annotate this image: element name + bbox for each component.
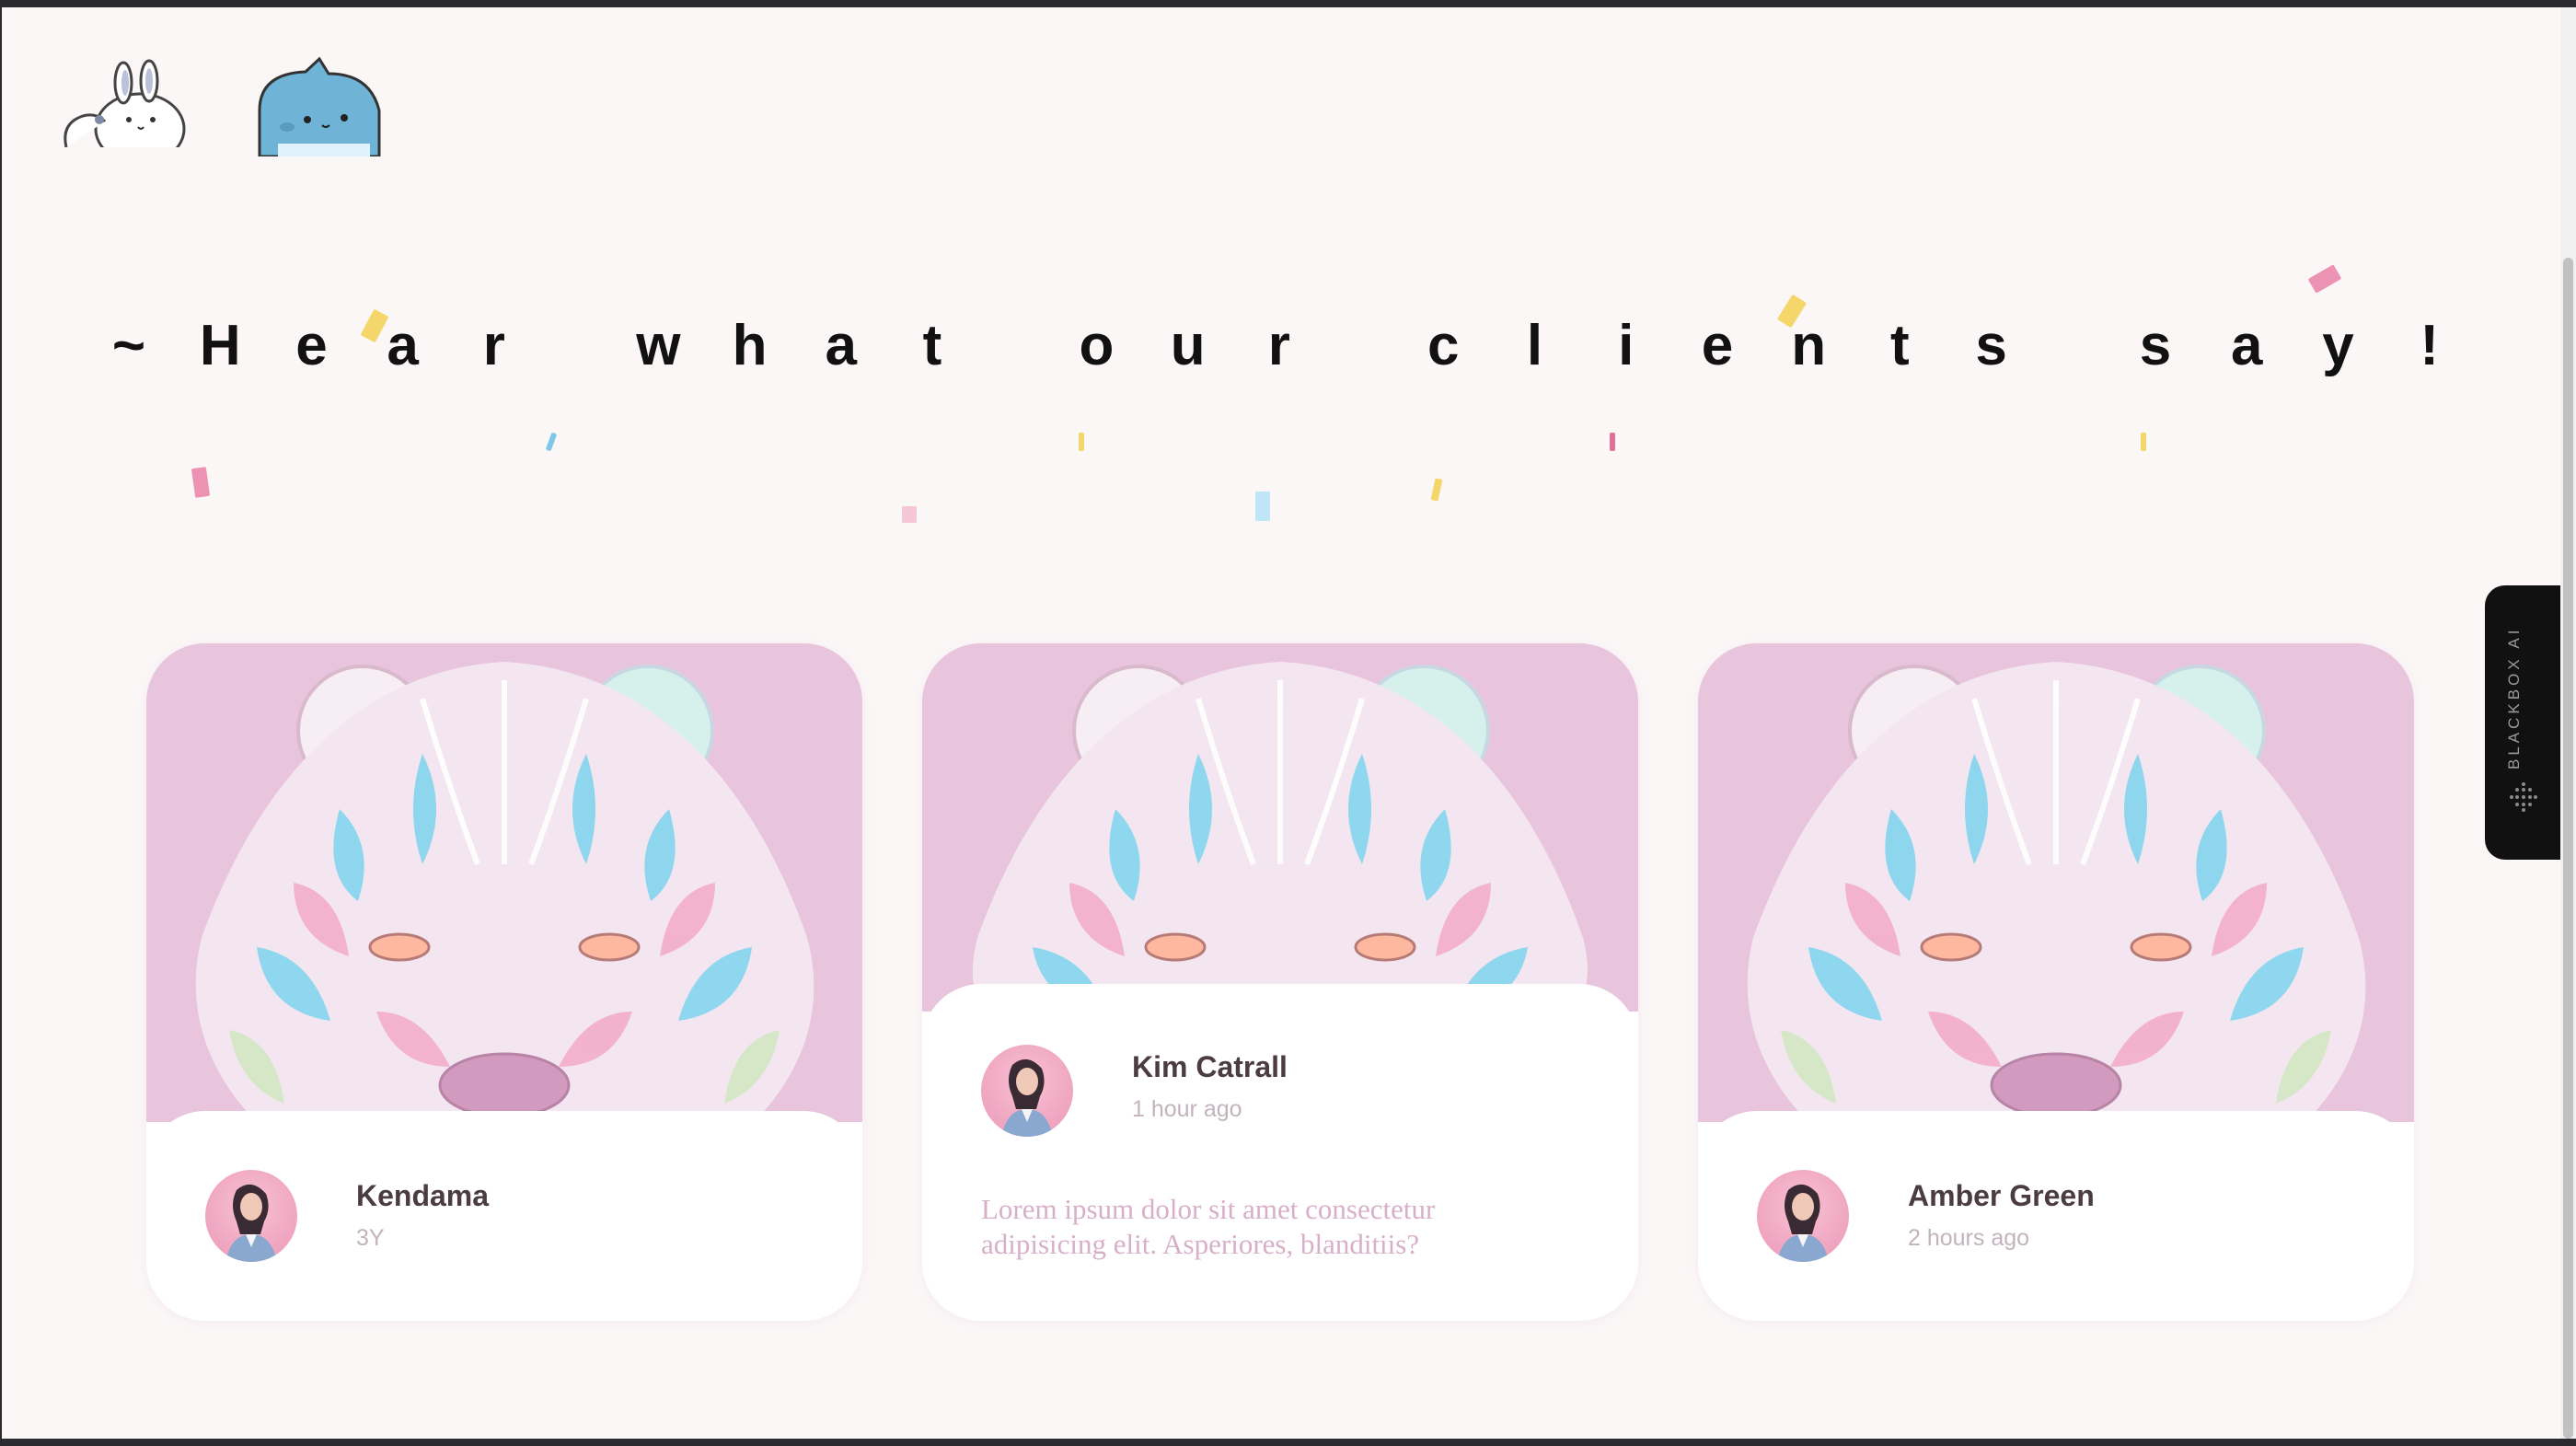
avatar (981, 1045, 1073, 1137)
woman-portrait-icon (1001, 1058, 1053, 1137)
heading-letter: a (2231, 313, 2263, 377)
page-heading: ~ He a r w h a t o u r c l i e n t s s a y! (101, 304, 2457, 387)
heading-letter: y (2322, 313, 2354, 377)
blackbox-logo-icon (2510, 782, 2537, 812)
pastel-bear-art-icon (1698, 643, 2414, 1122)
heading-letter: e (295, 313, 328, 377)
window-left-edge (0, 7, 2, 1439)
heading-letter: o (1079, 313, 1115, 377)
confetti-piece (2307, 264, 2342, 294)
confetti-piece (191, 467, 211, 498)
browser-bottom-edge (0, 1439, 2576, 1446)
heading-letter: w (636, 313, 681, 377)
heading-letter: r (1267, 313, 1290, 377)
mascot-group (57, 55, 388, 156)
confetti-piece (902, 506, 917, 523)
testimonial-card-3[interactable]: Amber Green 2 hours ago (1698, 643, 2414, 1321)
heading-letter: i (1618, 313, 1635, 377)
heading-letter: s (2139, 313, 2172, 377)
heading-letter: t (922, 313, 942, 377)
card-artwork (922, 643, 1638, 1012)
confetti-piece (1430, 478, 1443, 502)
heading-letter: r (482, 313, 505, 377)
card-info-panel: Kim Catrall 1 hour ago Lorem ipsum dolor… (922, 984, 1638, 1321)
blackbox-ai-label: BLACKBOX AI (2505, 626, 2523, 770)
blackbox-ai-widget[interactable]: BLACKBOX AI (2485, 585, 2560, 860)
confetti-piece (545, 432, 558, 452)
heading-letter: ~ (111, 313, 146, 377)
browser-top-edge (0, 0, 2576, 7)
woman-portrait-icon (225, 1184, 277, 1262)
card-artwork (1698, 643, 2414, 1122)
heading-letter: ! (2420, 313, 2440, 377)
bunny-mascot-icon (57, 59, 186, 156)
heading-letter: s (1975, 313, 2007, 377)
heading-letter: e (1701, 313, 1734, 377)
testimonial-card-1[interactable]: Kendama 3Y (146, 643, 862, 1321)
confetti-piece (1079, 433, 1084, 451)
card-artwork (146, 643, 862, 1122)
avatar (1757, 1170, 1849, 1262)
testimonial-card-2[interactable]: Kim Catrall 1 hour ago Lorem ipsum dolor… (922, 643, 1638, 1321)
heading-letter: u (1170, 313, 1206, 377)
client-name: Kendama (356, 1179, 490, 1212)
client-name: Amber Green (1908, 1179, 2095, 1212)
timestamp: 2 hours ago (1908, 1225, 2030, 1251)
heading-letter: H (199, 313, 241, 377)
pastel-bear-art-icon (922, 643, 1638, 1012)
testimonial-quote: Lorem ipsum dolor sit amet consectetur a… (981, 1193, 1436, 1260)
heading-letter: h (732, 313, 768, 377)
heading-letter: l (1526, 313, 1543, 377)
client-name: Kim Catrall (1132, 1050, 1288, 1083)
blue-cat-mascot-icon (258, 56, 381, 156)
timestamp: 1 hour ago (1132, 1096, 1242, 1122)
scrollbar-thumb[interactable] (2563, 258, 2573, 1439)
confetti-piece (1610, 433, 1615, 451)
heading-letter: a (825, 313, 857, 377)
confetti-piece (2141, 433, 2146, 451)
confetti-piece (1255, 492, 1270, 521)
avatar (205, 1170, 297, 1262)
card-info-panel: Kendama 3Y (146, 1111, 862, 1321)
card-info-panel: Amber Green 2 hours ago (1698, 1111, 2414, 1321)
pastel-bear-art-icon (146, 643, 862, 1122)
timestamp: 3Y (356, 1225, 385, 1251)
heading-letter: t (1890, 313, 1910, 377)
heading-letter: c (1427, 313, 1460, 377)
woman-portrait-icon (1777, 1184, 1829, 1262)
